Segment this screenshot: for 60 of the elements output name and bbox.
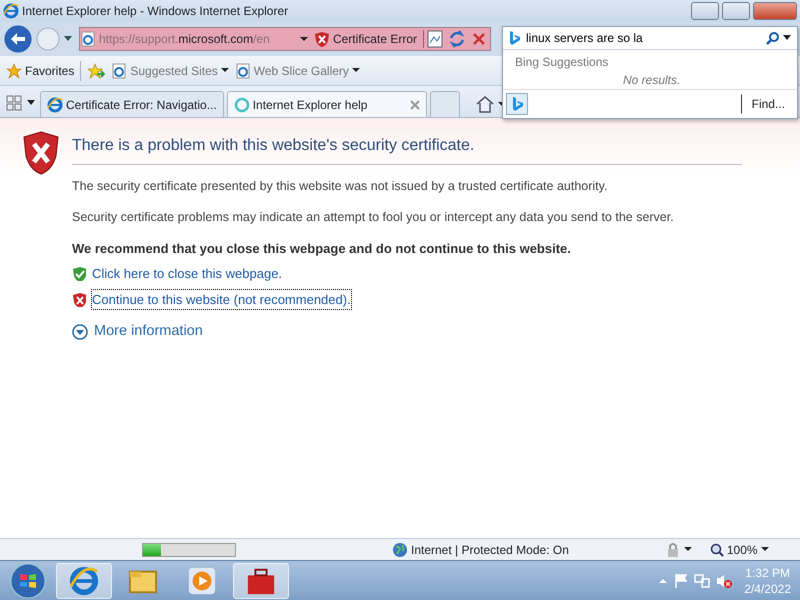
globe-icon — [392, 542, 408, 558]
certificate-error-button[interactable]: Certificate Error — [308, 30, 424, 48]
body-text: The security certificate presented by this website was not issued by a trusted certificate authority. — [72, 178, 608, 195]
browser-logo-icon — [3, 3, 19, 19]
network-icon[interactable] — [694, 572, 710, 588]
shield-x-icon — [72, 292, 86, 307]
body-text: Security certificate problems may indicate an attempt to fool you or intercept any data you send to the server. — [72, 209, 675, 226]
caret-icon[interactable] — [684, 547, 692, 552]
back-button[interactable] — [3, 24, 33, 54]
page-icon — [80, 31, 96, 47]
star-icon — [6, 62, 22, 78]
browser-tab[interactable]: Certificate Error: Navigatio... — [40, 91, 224, 117]
zoom-button[interactable]: 100% — [710, 540, 780, 558]
more-information-link[interactable]: More information — [94, 321, 203, 343]
find-button[interactable]: Find... — [740, 94, 786, 114]
shield-x-icon — [314, 30, 330, 48]
recommendation-text: We recommend that you close this webpage and do not continue to this website. — [72, 240, 572, 258]
home-icon[interactable] — [474, 94, 495, 114]
taskbar-app-button[interactable] — [56, 562, 112, 598]
security-zone-text: Internet | Protected Mode: On — [411, 542, 569, 558]
search-field[interactable]: linux servers are so la — [522, 29, 722, 47]
add-to-favorites-icon[interactable] — [87, 62, 106, 78]
caret-icon — [220, 68, 229, 73]
window-title: Internet Explorer help - Windows Internet Explorer — [22, 3, 288, 20]
close-button[interactable] — [753, 2, 797, 20]
no-results-text: No results. — [623, 72, 680, 89]
page-icon — [111, 62, 128, 78]
favorites-link[interactable]: Web Slice Gallery — [234, 62, 360, 80]
search-icon[interactable] — [766, 31, 780, 45]
tab-close-icon[interactable] — [410, 100, 420, 110]
url-text: https://support.microsoft.com/en — [99, 31, 271, 48]
browser-tab[interactable]: Internet Explorer help — [226, 91, 427, 117]
loading-ring-icon — [234, 96, 250, 112]
tab-list-caret-icon[interactable] — [25, 100, 37, 106]
expand-icon[interactable] — [72, 324, 88, 340]
taskbar-app-button[interactable] — [233, 562, 289, 598]
address-bar[interactable]: https://support.microsoft.com/en Certificate Error — [79, 27, 491, 51]
link-text[interactable]: Click here to close this webpage. — [92, 264, 282, 284]
shield-check-icon — [72, 266, 86, 282]
search-options-caret-icon[interactable] — [780, 35, 794, 41]
favorites-link[interactable]: Suggested Sites — [111, 62, 229, 80]
minimize-button[interactable] — [691, 2, 719, 20]
caret-icon — [352, 68, 360, 73]
suggestions-heading: Bing Suggestions — [514, 54, 608, 71]
muted-speaker-icon[interactable] — [716, 572, 732, 588]
caret-icon — [760, 547, 769, 552]
page-icon — [234, 62, 251, 78]
page-heading: There is a problem with this website's security certificate. — [72, 134, 742, 165]
shield-x-icon — [22, 130, 60, 176]
zoom-icon — [710, 542, 724, 556]
favorites-button[interactable]: Favorites — [6, 62, 74, 80]
restore-button[interactable] — [722, 2, 750, 20]
link-text[interactable]: Continue to this website (not recommended). — [92, 290, 351, 309]
play-icon — [187, 566, 217, 596]
dropdown-caret-icon[interactable] — [300, 36, 308, 42]
flag-icon[interactable] — [674, 572, 688, 588]
show-hidden-icons-icon[interactable] — [658, 578, 668, 584]
browser-logo-icon — [47, 96, 63, 112]
browser-logo-icon — [69, 566, 99, 596]
history-dropdown-icon[interactable] — [63, 36, 73, 42]
